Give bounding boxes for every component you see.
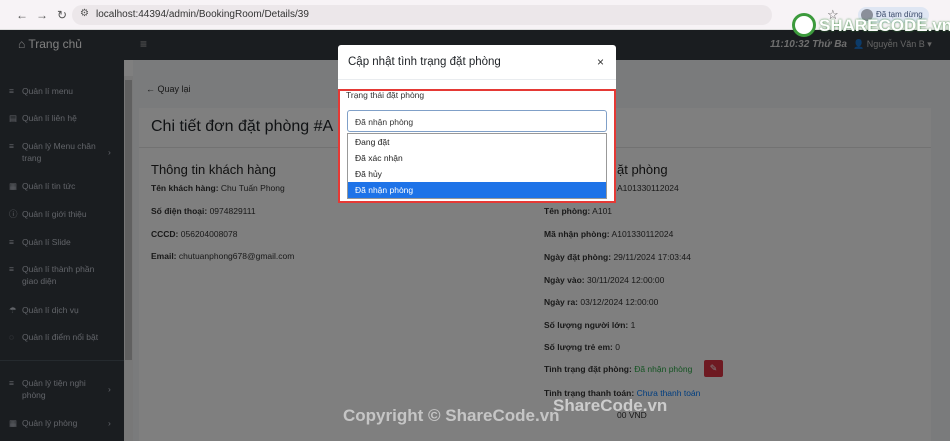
address-bar[interactable]: ⚙ localhost:44394/admin/BookingRoom/Deta… <box>72 5 772 25</box>
back-arrow-icon[interactable]: ← <box>14 7 30 23</box>
url-text: localhost:44394/admin/BookingRoom/Detail… <box>96 9 309 20</box>
update-status-modal: Cập nhật tình trạng đặt phòng × Trạng th… <box>338 45 616 203</box>
modal-header: Cập nhật tình trạng đặt phòng × <box>338 45 616 80</box>
forward-arrow-icon[interactable]: → <box>34 7 50 23</box>
close-icon[interactable]: × <box>597 55 604 69</box>
highlight-annotation <box>338 89 616 203</box>
site-watermark: ShareCode.vn <box>553 396 668 415</box>
modal-title: Cập nhật tình trạng đặt phòng <box>348 56 501 68</box>
reload-icon[interactable]: ↻ <box>54 7 70 23</box>
logo-mark-icon <box>792 13 816 37</box>
copyright-watermark: Copyright © ShareCode.vn <box>343 406 560 425</box>
site-info-icon[interactable]: ⚙ <box>80 8 89 19</box>
logo-text: SHARECODE.vn <box>819 16 950 35</box>
